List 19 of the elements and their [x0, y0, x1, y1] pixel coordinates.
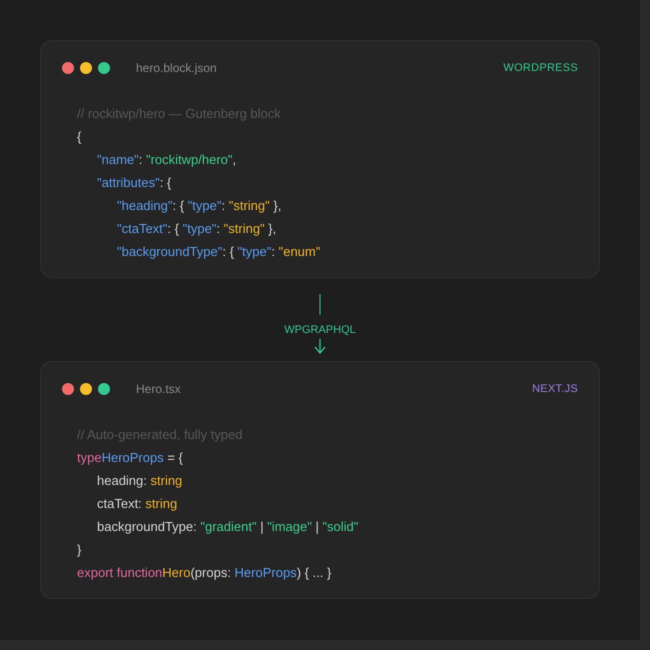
file-name: Hero.tsx: [136, 381, 181, 398]
code-line: "backgroundType": { "type": "enum": [117, 244, 320, 260]
code-line: heading: string: [97, 473, 182, 489]
code-line: {: [77, 129, 82, 145]
platform-label: WORDPRESS: [503, 60, 578, 76]
code-line: "attributes": {: [97, 175, 172, 191]
connector-label: WPGRAPHQL: [284, 324, 356, 337]
code-line: "name": "rockitwp/hero",: [97, 152, 236, 168]
code-line: "heading": { "type": "string" },: [117, 198, 282, 214]
platform-label: NEXT.JS: [532, 382, 578, 397]
code-line: typeHeroProps = {: [77, 450, 183, 466]
code-line: ctaText: string: [97, 496, 178, 512]
code-line: backgroundType: "gradient" | "image" | "solid": [97, 519, 358, 535]
file-name: hero.block.json: [136, 60, 217, 77]
code-line: }: [77, 542, 82, 558]
connector-line: [319, 294, 321, 315]
down-arrow-icon: [314, 339, 326, 354]
code-line: "ctaText": { "type": "string" },: [117, 221, 276, 237]
code-line: export functionHero(props: HeroProps) { ... }: [77, 565, 332, 581]
